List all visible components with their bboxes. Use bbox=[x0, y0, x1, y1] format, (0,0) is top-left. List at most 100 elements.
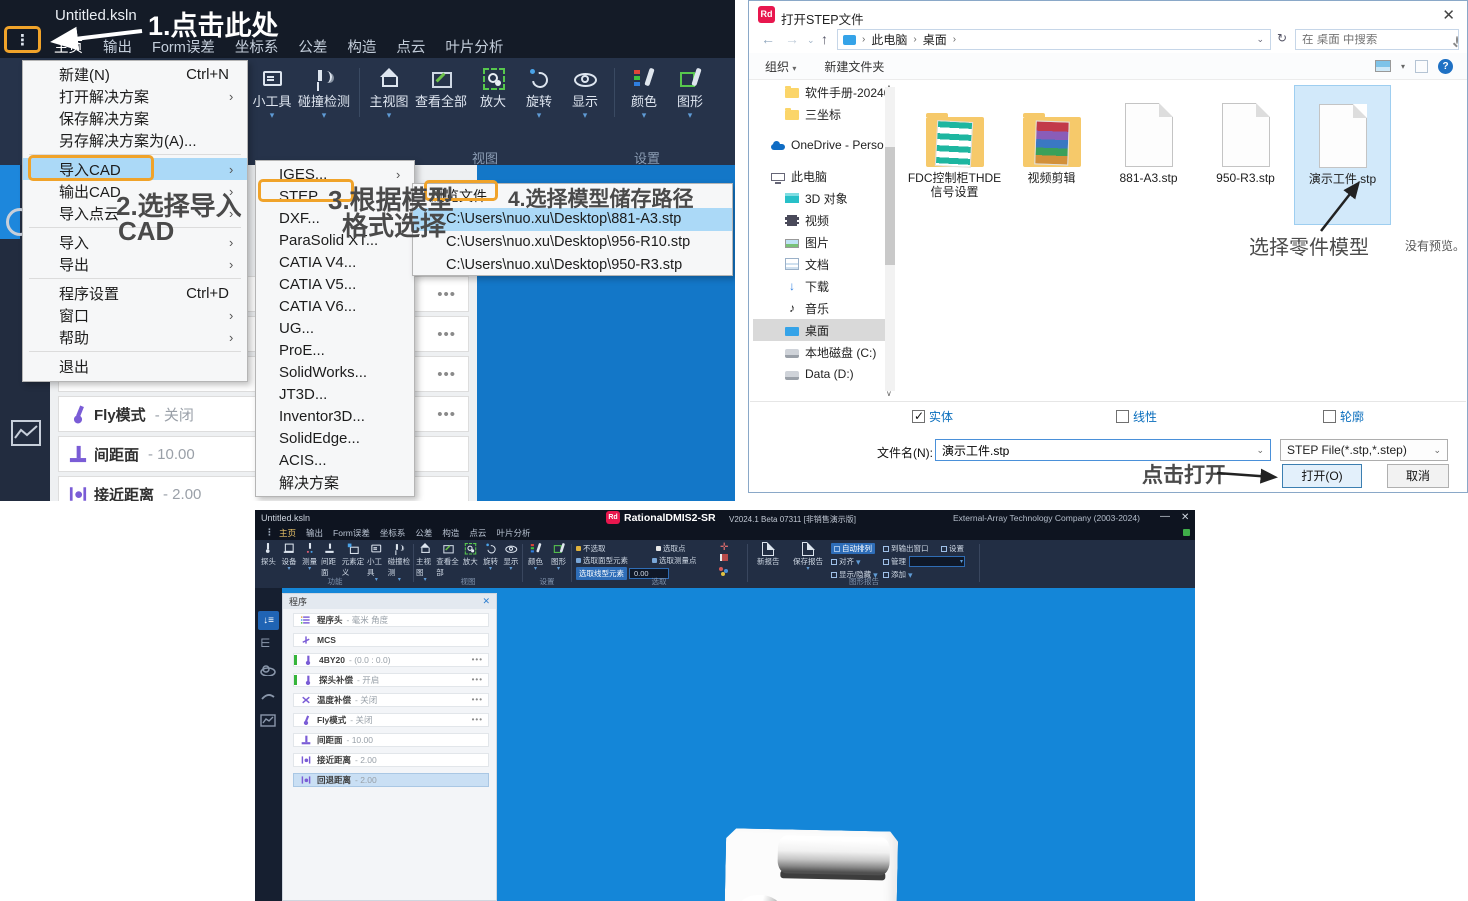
close-icon[interactable]: ✕ bbox=[482, 596, 490, 607]
pick-point-button[interactable]: 选取点 bbox=[656, 543, 686, 554]
new-report-button[interactable]: 新报告 bbox=[757, 542, 780, 567]
breadcrumb-this-pc[interactable]: 此电脑 bbox=[871, 31, 907, 48]
view-mode-icon[interactable] bbox=[1375, 60, 1391, 72]
program-step-row[interactable]: 回退距离 - 2.00 bbox=[293, 773, 489, 787]
more-options-icon[interactable]: ••• bbox=[472, 655, 483, 664]
surface-icon[interactable] bbox=[260, 690, 276, 705]
checkbox-checked-icon[interactable] bbox=[912, 410, 925, 423]
recent-path-item[interactable]: C:\Users\nuo.xu\Desktop\956-R10.stp bbox=[413, 231, 732, 254]
ribbon-tab[interactable]: 输出 bbox=[306, 527, 323, 541]
breadcrumb[interactable]: › 此电脑 › 桌面 › ⌄ bbox=[837, 29, 1271, 50]
chevron-down-icon[interactable]: ⌄ bbox=[1256, 34, 1270, 45]
program-panel-tab-active[interactable]: ↓≡ bbox=[258, 611, 279, 630]
ribbon-button[interactable]: 查看全部 bbox=[436, 542, 459, 578]
settings-button[interactable]: 管理 bbox=[883, 556, 906, 567]
sidebar-nav-item[interactable]: 网络 bbox=[753, 394, 885, 397]
ribbon-tab[interactable]: 主页 bbox=[279, 527, 296, 541]
pick-surface-button[interactable]: 选取面型元素 bbox=[576, 555, 628, 566]
save-report-button[interactable]: 保存报告 ▾ bbox=[793, 542, 823, 572]
app-menu-button[interactable]: ⋮ bbox=[265, 527, 274, 538]
menu-item[interactable]: 程序设置 Ctrl+D bbox=[23, 282, 247, 304]
ribbon-button[interactable]: 颜色 ▾ bbox=[525, 542, 546, 572]
menu-item[interactable]: 帮助 › bbox=[23, 326, 247, 348]
sidebar-scrollbar[interactable] bbox=[885, 87, 895, 391]
sidebar-nav-item[interactable]: 本地磁盘 (C:) bbox=[753, 341, 885, 363]
format-menu-item[interactable]: Inventor3D... bbox=[256, 405, 414, 427]
up-icon[interactable]: ↑ bbox=[821, 31, 828, 47]
filetype-select[interactable]: STEP File(*.stp,*.step) ⌄ bbox=[1280, 439, 1448, 461]
option-wireframe[interactable]: 线性 bbox=[1116, 408, 1157, 425]
pick-measure-point-button[interactable]: 选取测量点 bbox=[652, 555, 697, 566]
report-chart-icon[interactable] bbox=[11, 420, 41, 446]
menu-item[interactable]: 退出 bbox=[23, 355, 247, 377]
theme-icon[interactable] bbox=[1183, 529, 1190, 536]
file-item[interactable]: 950-R3.stp bbox=[1197, 85, 1294, 225]
format-menu-item[interactable]: 解决方案 bbox=[256, 471, 414, 493]
points-color-icon[interactable] bbox=[719, 567, 723, 571]
more-options-icon[interactable]: ••• bbox=[472, 715, 483, 724]
format-menu-item[interactable]: UG... bbox=[256, 317, 414, 339]
more-options-icon[interactable]: ••• bbox=[437, 366, 456, 383]
scrollbar-thumb[interactable] bbox=[885, 147, 895, 265]
ribbon-tab[interactable]: 点云 bbox=[469, 527, 486, 541]
menu-item[interactable]: 保存解决方案 bbox=[23, 107, 247, 129]
report-chart-icon[interactable] bbox=[260, 714, 276, 730]
file-item[interactable]: FDC控制柜THDE 信号设置 bbox=[906, 85, 1003, 225]
to-output-window-button[interactable]: 到输出窗口 bbox=[883, 543, 929, 554]
cad-model[interactable] bbox=[724, 828, 909, 901]
menu-item[interactable]: 新建(N) Ctrl+N bbox=[23, 63, 247, 85]
ribbon-button[interactable]: 图形 ▾ bbox=[548, 542, 569, 572]
checkbox-icon[interactable] bbox=[1323, 410, 1336, 423]
app-menu-button[interactable]: ⋮ bbox=[10, 31, 36, 51]
cancel-button[interactable]: 取消 bbox=[1387, 464, 1449, 488]
format-menu-item[interactable]: CATIA V6... bbox=[256, 295, 414, 317]
ribbon-tab[interactable]: 构造 bbox=[442, 527, 459, 541]
menu-item[interactable]: 窗口 › bbox=[23, 304, 247, 326]
program-step-row[interactable]: 4BY20 - (0.0 : 0.0) ••• bbox=[293, 653, 489, 667]
format-menu-item[interactable]: ACIS... bbox=[256, 449, 414, 471]
new-folder-button[interactable]: 新建文件夹 bbox=[824, 58, 884, 75]
ribbon-button[interactable]: 颜色 ▾ bbox=[622, 66, 666, 119]
recent-path-item[interactable]: C:\Users\nuo.xu\Desktop\950-R3.stp bbox=[413, 254, 732, 277]
more-options-icon[interactable]: ••• bbox=[472, 695, 483, 704]
ribbon-button[interactable]: 主视图 ▾ bbox=[367, 66, 411, 119]
ribbon-tab[interactable]: 叶片分析 bbox=[496, 527, 530, 541]
format-menu-item[interactable]: SolidWorks... bbox=[256, 361, 414, 383]
ribbon-button[interactable]: 显示 ▾ bbox=[502, 542, 520, 572]
format-menu-item[interactable]: SolidEdge... bbox=[256, 427, 414, 449]
filename-input[interactable] bbox=[936, 443, 1256, 457]
breadcrumb-desktop[interactable]: 桌面 bbox=[923, 31, 947, 48]
ribbon-button[interactable]: 测量 ▾ bbox=[300, 542, 319, 572]
file-item[interactable]: 视频剪辑 bbox=[1003, 85, 1100, 225]
align-button[interactable]: 对齐▾ bbox=[831, 556, 861, 567]
sidebar-nav-item[interactable]: Data (D:) bbox=[753, 363, 885, 385]
auto-arrange-toggle[interactable]: 自动排列 bbox=[831, 543, 875, 554]
format-menu-item[interactable]: CATIA V4... bbox=[256, 251, 414, 273]
ribbon-button[interactable]: 查看全部 bbox=[413, 66, 469, 110]
file-item[interactable]: 演示工件.stp bbox=[1294, 85, 1391, 225]
forward-icon[interactable]: → bbox=[785, 31, 799, 47]
sidebar-nav-item[interactable]: ♪ 音乐 bbox=[753, 297, 885, 319]
checkbox-icon[interactable] bbox=[1116, 410, 1129, 423]
program-step-row[interactable]: 探头补偿 - 开启 ••• bbox=[293, 673, 489, 687]
refresh-icon[interactable]: ↻ bbox=[1277, 31, 1287, 45]
option-outline[interactable]: 轮廓 bbox=[1323, 408, 1364, 425]
ribbon-button[interactable]: 元素定义 bbox=[342, 542, 365, 578]
ribbon-button[interactable]: 间距面 bbox=[321, 542, 340, 578]
ribbon-button[interactable]: 显示 ▾ bbox=[563, 66, 607, 119]
ribbon-button[interactable]: 碰撞检测 ▾ bbox=[296, 66, 352, 119]
cloud-icon[interactable] bbox=[260, 664, 276, 679]
sidebar-nav-item[interactable]: 3D 对象 bbox=[753, 187, 885, 209]
sidebar-nav-item[interactable]: ↓ 下载 bbox=[753, 275, 885, 297]
back-icon[interactable]: ← bbox=[761, 31, 775, 47]
pick-none-button[interactable]: 不选取 bbox=[576, 543, 606, 554]
close-icon[interactable]: ✕ bbox=[1442, 6, 1455, 24]
program-step-row[interactable]: Fly模式 - 关闭 ••• bbox=[293, 713, 489, 727]
search-input[interactable] bbox=[1296, 34, 1456, 46]
report-template-select[interactable]: ▾ bbox=[909, 556, 965, 567]
history-chevron-icon[interactable]: ⌄ bbox=[807, 35, 815, 46]
sidebar-nav-item[interactable]: 此电脑 bbox=[753, 165, 885, 187]
format-menu-item[interactable]: CATIA V5... bbox=[256, 273, 414, 295]
program-step-row[interactable]: 间距面 - 10.00 bbox=[293, 733, 489, 747]
tree-view-icon[interactable]: ⋿ bbox=[260, 636, 270, 650]
